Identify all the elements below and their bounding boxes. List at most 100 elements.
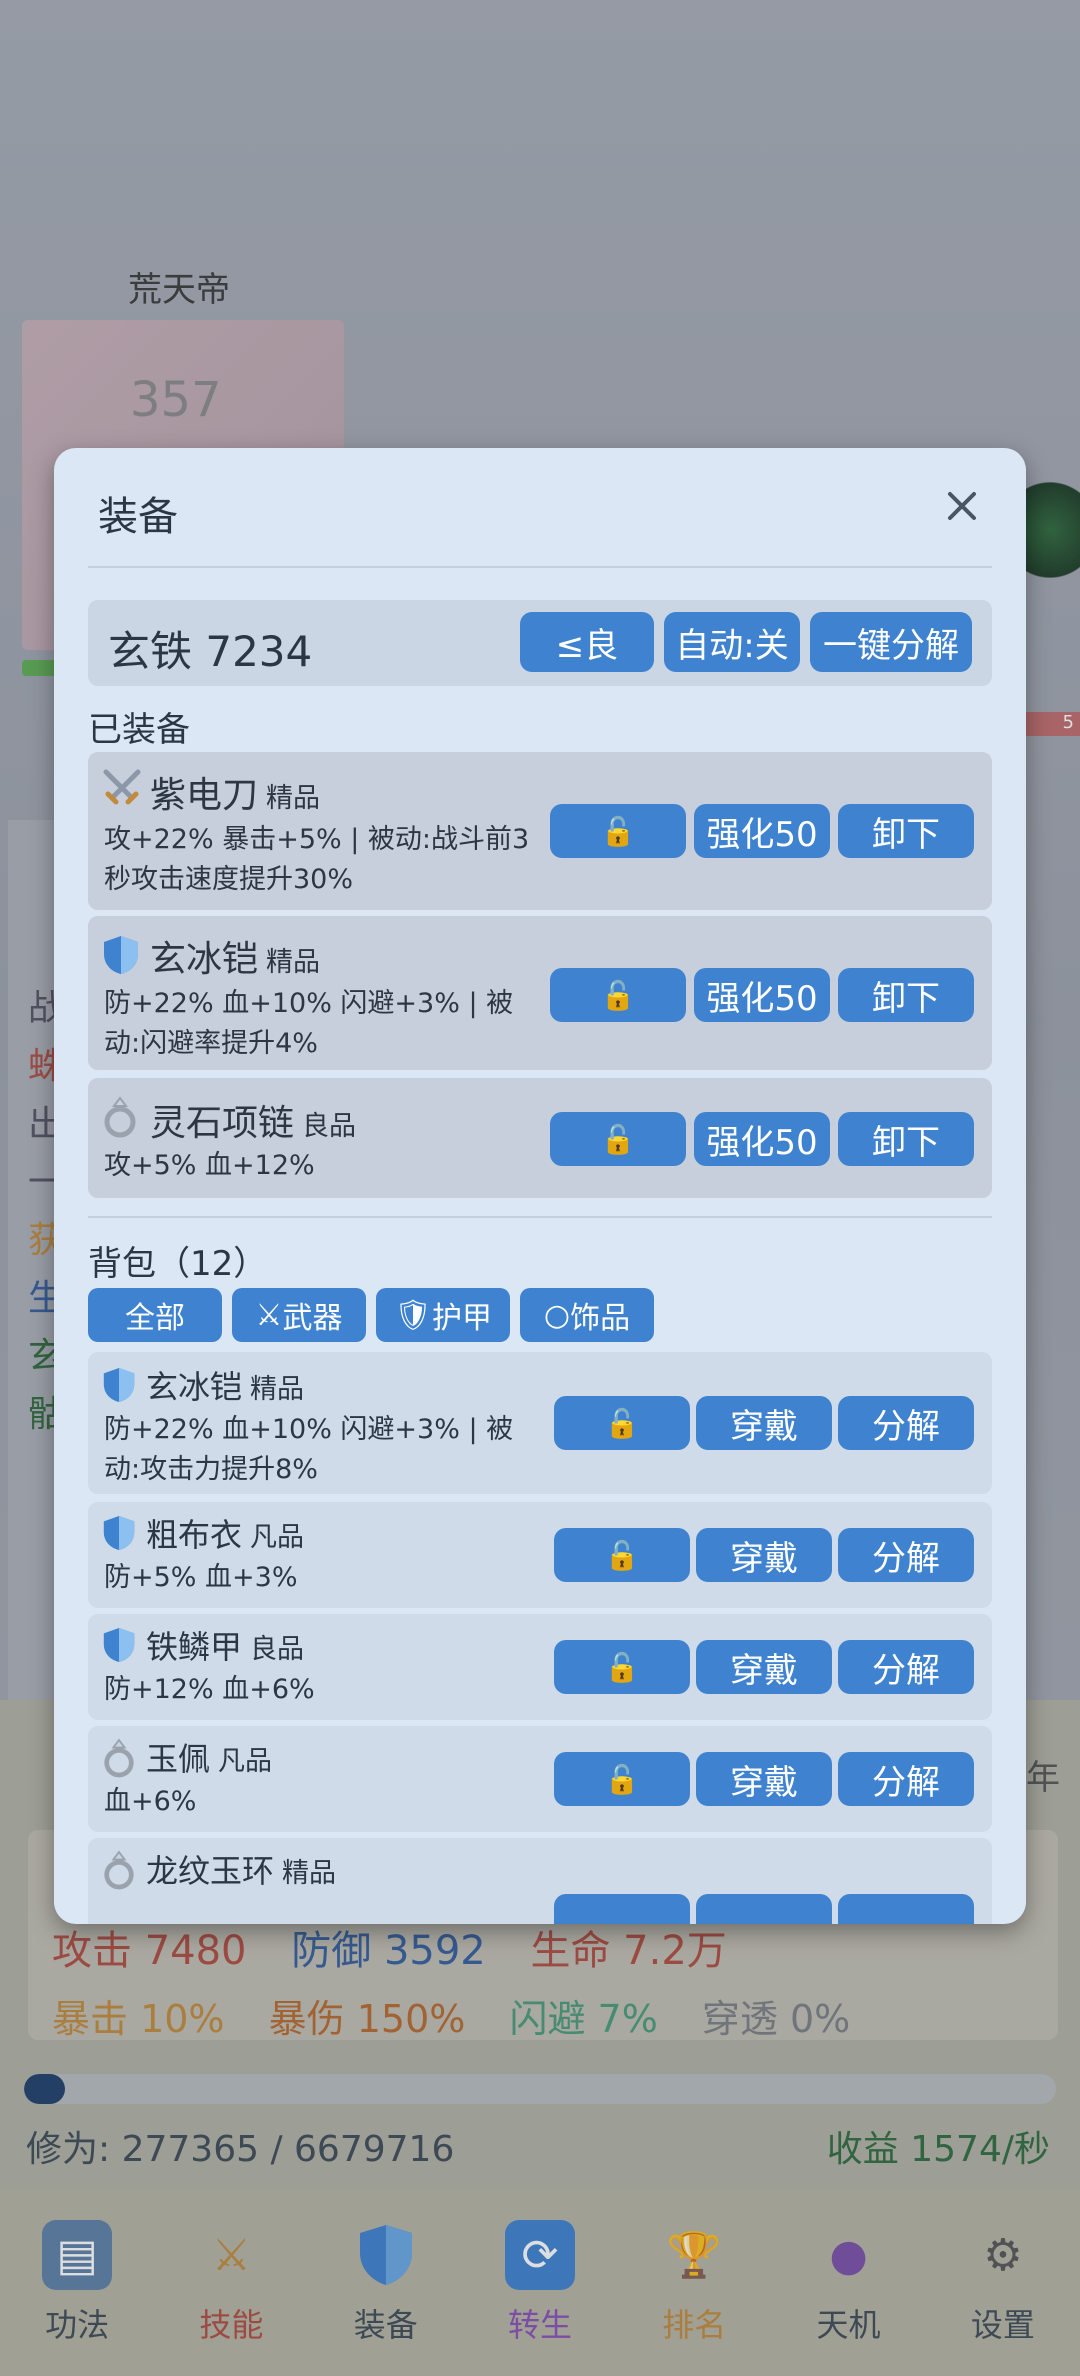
unequip-button[interactable]: 卸下	[838, 968, 974, 1022]
lock-button[interactable]: 🔓	[554, 1396, 690, 1450]
lock-button[interactable]: 🔓	[550, 968, 686, 1022]
bag-item: 玉佩 凡品 血+6% 🔓 穿戴 分解	[88, 1726, 992, 1832]
section-divider	[88, 1216, 992, 1218]
lock-icon: 🔓	[604, 1650, 640, 1684]
equip-button[interactable]	[696, 1894, 832, 1924]
equip-button[interactable]: 穿戴	[696, 1396, 832, 1450]
unequip-button[interactable]: 卸下	[838, 804, 974, 858]
currency-text: 玄铁 7234	[108, 627, 313, 676]
item-name-text: 灵石项链	[150, 1103, 295, 1144]
filter-label: 护甲	[432, 1301, 493, 1336]
filter-label: 饰品	[570, 1301, 631, 1336]
filter-accessory[interactable]: ○ 饰品	[520, 1288, 654, 1342]
item-quality: 良品	[250, 1634, 305, 1665]
enhance-button[interactable]: 强化50	[694, 804, 830, 858]
filter-label: 武器	[282, 1301, 343, 1336]
header-divider	[88, 566, 992, 568]
item-name-text: 粗布衣	[146, 1516, 243, 1554]
enhance-button[interactable]: 强化50	[694, 1112, 830, 1166]
ring-icon	[102, 1850, 142, 1890]
shield-icon	[102, 1626, 142, 1666]
crossed-swords-icon: ⚔	[255, 1297, 283, 1333]
lock-button[interactable]: 🔓	[550, 804, 686, 858]
ring-icon: ○	[543, 1297, 571, 1333]
item-name: 玄冰铠 精品	[146, 1362, 304, 1408]
item-description: 攻+22% 暴击+5% | 被动:战斗前3秒攻击速度提升30%	[104, 824, 530, 895]
item-name: 灵石项链 良品	[150, 1094, 356, 1146]
decompose-button[interactable]: 分解	[838, 1752, 974, 1806]
crossed-swords-icon	[102, 768, 142, 808]
decompose-button[interactable]: 分解	[838, 1640, 974, 1694]
equip-button[interactable]: 穿戴	[696, 1528, 832, 1582]
bag-item: 铁鳞甲 良品 防+12% 血+6% 🔓 穿戴 分解	[88, 1614, 992, 1720]
filter-all[interactable]: 全部	[88, 1288, 222, 1342]
auto-decompose-button[interactable]: 自动:关	[664, 612, 800, 672]
lock-button[interactable]: 🔓	[554, 1752, 690, 1806]
item-quality: 精品	[282, 1858, 337, 1889]
close-button[interactable]	[942, 486, 982, 526]
equipped-item: 玄冰铠 精品 防+22% 血+10% 闪避+3% | 被动:闪避率提升4% 🔓 强…	[88, 916, 992, 1070]
close-icon	[948, 492, 976, 520]
shield-icon: 🛡	[393, 1297, 433, 1333]
equip-button[interactable]: 穿戴	[696, 1752, 832, 1806]
item-quality: 良品	[302, 1111, 357, 1142]
item-name-text: 玄冰铠	[150, 939, 259, 980]
item-quality: 精品	[250, 1374, 305, 1405]
decompose-button[interactable]: 分解	[838, 1528, 974, 1582]
lock-button[interactable]: 🔓	[550, 1112, 686, 1166]
filter-label: 全部	[125, 1301, 185, 1336]
item-name-text: 铁鳞甲	[146, 1628, 243, 1666]
lock-icon: 🔓	[600, 978, 636, 1012]
item-description: 血+6%	[104, 1786, 197, 1817]
bag-item: 玄冰铠 精品 防+22% 血+10% 闪避+3% | 被动:攻击力提升8% 🔓 穿…	[88, 1352, 992, 1494]
lock-icon: 🔓	[604, 1762, 640, 1796]
equipped-item: 紫电刀 精品 攻+22% 暴击+5% | 被动:战斗前3秒攻击速度提升30% 🔓 …	[88, 752, 992, 910]
shield-icon	[102, 1366, 142, 1406]
item-description: 防+12% 血+6%	[104, 1674, 315, 1705]
lock-icon: 🔓	[604, 1538, 640, 1572]
item-description: 防+22% 血+10% 闪避+3% | 被动:攻击力提升8%	[104, 1414, 514, 1485]
shield-icon	[102, 934, 142, 974]
item-description: 防+5% 血+3%	[104, 1562, 298, 1593]
item-name: 铁鳞甲 良品	[146, 1622, 304, 1668]
quality-filter-button[interactable]: ≤良	[520, 612, 654, 672]
shield-icon	[102, 1514, 142, 1554]
bag-item: 粗布衣 凡品 防+5% 血+3% 🔓 穿戴 分解	[88, 1502, 992, 1608]
item-description: 攻+5% 血+12%	[104, 1150, 315, 1181]
unequip-button[interactable]: 卸下	[838, 1112, 974, 1166]
decompose-button[interactable]: 分解	[838, 1396, 974, 1450]
item-name-text: 紫电刀	[150, 775, 259, 816]
lock-button[interactable]: 🔓	[554, 1528, 690, 1582]
lock-icon: 🔓	[600, 1122, 636, 1156]
ring-icon	[102, 1096, 142, 1138]
equipped-item: 灵石项链 良品 攻+5% 血+12% 🔓 强化50 卸下	[88, 1078, 992, 1198]
item-quality: 精品	[266, 783, 321, 814]
item-description: 防+22% 血+10% 闪避+3% | 被动:闪避率提升4%	[104, 988, 514, 1059]
item-name: 龙纹玉环 精品	[146, 1846, 336, 1892]
currency-row: 玄铁 7234 ≤良 自动:关 一键分解	[88, 600, 992, 686]
decompose-button[interactable]	[838, 1894, 974, 1924]
filter-armor[interactable]: 🛡 护甲	[376, 1288, 510, 1342]
item-name-text: 玄冰铠	[146, 1368, 243, 1406]
item-name: 粗布衣 凡品	[146, 1510, 304, 1556]
decompose-all-button[interactable]: 一键分解	[810, 612, 972, 672]
item-name: 玉佩 凡品	[146, 1734, 272, 1780]
equipped-section-label: 已装备	[88, 710, 190, 750]
equip-button[interactable]: 穿戴	[696, 1640, 832, 1694]
modal-title: 装备	[98, 494, 178, 540]
bag-section-label: 背包（12）	[88, 1244, 268, 1284]
ring-icon	[102, 1738, 142, 1778]
equipment-modal: 装备 玄铁 7234 ≤良 自动:关 一键分解 已装备 紫电刀 精品 攻+22% …	[54, 448, 1026, 1924]
item-quality: 凡品	[250, 1522, 305, 1553]
item-name-text: 龙纹玉环	[146, 1852, 275, 1890]
lock-icon: 🔓	[600, 814, 636, 848]
item-quality: 凡品	[218, 1746, 273, 1777]
lock-button[interactable]: 🔓	[554, 1640, 690, 1694]
filter-weapon[interactable]: ⚔ 武器	[232, 1288, 366, 1342]
enhance-button[interactable]: 强化50	[694, 968, 830, 1022]
lock-button[interactable]	[554, 1894, 690, 1924]
item-name: 玄冰铠 精品	[150, 930, 320, 982]
item-name-text: 玉佩	[146, 1740, 211, 1778]
modal-header: 装备	[54, 448, 1026, 568]
bag-item: 龙纹玉环 精品	[88, 1838, 992, 1924]
